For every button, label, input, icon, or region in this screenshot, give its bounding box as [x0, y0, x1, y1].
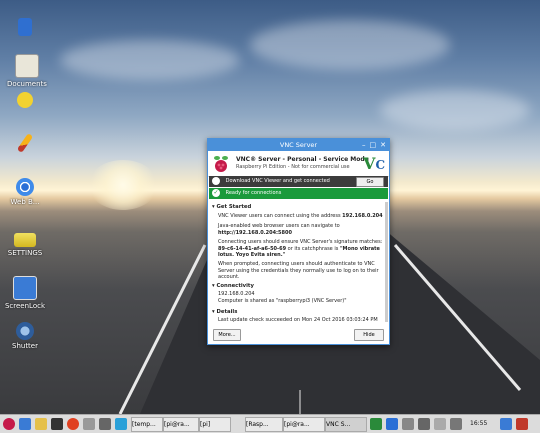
checkmark-icon: ✓ [212, 188, 220, 197]
eject-icon[interactable] [450, 418, 462, 430]
terminal-icon[interactable] [99, 418, 111, 430]
vnc-header: VNC® Server - Personal - Service Mode Ra… [208, 151, 389, 177]
taskbar-window-terminal-2[interactable]: [pi@ra... [283, 417, 325, 432]
details-heading[interactable]: ▾ Details [212, 309, 237, 315]
shutdown-icon[interactable] [516, 418, 528, 430]
raspberry-menu-icon[interactable] [3, 418, 15, 430]
header-subtitle: Raspberry Pi Edition - Not for commercia… [236, 164, 350, 170]
settings-icon[interactable]: SETTINGS [0, 233, 55, 257]
download-text: Download VNC Viewer and get connected [225, 178, 330, 184]
window-title: VNC Server [279, 141, 318, 149]
shutter-icon[interactable]: Shutter [0, 322, 55, 350]
connectivity-heading[interactable]: ▾ Connectivity [212, 283, 254, 289]
minimize-icon[interactable]: – [362, 140, 366, 150]
documents-icon[interactable]: Documents [0, 54, 57, 88]
vnc-tray-icon[interactable] [370, 418, 382, 430]
screenlock-icon[interactable]: ScreenLock [0, 276, 55, 310]
window-titlebar[interactable]: VNC Server – □ ✕ [208, 139, 389, 151]
go-button[interactable]: Go [356, 177, 384, 187]
network-icon[interactable] [402, 418, 414, 430]
raspberry-pi-icon [214, 156, 228, 172]
gs-auth-text: When prompted, connecting users should a… [218, 261, 379, 280]
pencil-icon[interactable] [0, 133, 55, 155]
cpu-monitor-icon[interactable] [434, 418, 446, 430]
connectivity-shared: Computer is shared as "raspberrypi3 (VNC… [218, 298, 347, 304]
terminal-icon[interactable] [51, 418, 63, 430]
ready-status-bar: ✓ Ready for connections [209, 188, 388, 199]
scratch-icon[interactable] [115, 418, 127, 430]
trash-icon[interactable] [0, 18, 55, 38]
maximize-icon[interactable]: □ [370, 140, 377, 150]
taskbar-window-temp[interactable]: [temp... [131, 417, 163, 432]
vnc-server-window[interactable]: VNC Server – □ ✕ VNC® Server - Personal … [207, 138, 390, 345]
close-icon[interactable]: ✕ [380, 140, 386, 150]
window-footer: More... Hide [208, 327, 389, 343]
file-manager-icon[interactable] [35, 418, 47, 430]
vnc-info-panel: ▾ Get Started VNC Viewer users can conne… [208, 201, 389, 326]
bluetooth-icon[interactable] [386, 418, 398, 430]
ready-text: Ready for connections [225, 190, 282, 196]
app-icon[interactable] [83, 418, 95, 430]
gs-address-text: VNC Viewer users can connect using the a… [218, 213, 383, 219]
hide-button[interactable]: Hide [354, 329, 384, 341]
download-bar: Download VNC Viewer and get connected Go [209, 176, 388, 187]
connectivity-ip: 192.168.0.204 [218, 291, 255, 297]
vnc-logo-icon: VC [363, 154, 385, 173]
desktop-icon[interactable] [500, 418, 512, 430]
details-text: Last update check succeeded on Mon 24 Oc… [218, 317, 378, 323]
volume-icon[interactable] [418, 418, 430, 430]
taskbar-window-pi[interactable]: [pi] [199, 417, 231, 432]
header-title: VNC® Server - Personal - Service Mode [236, 156, 369, 163]
smiley-icon[interactable] [0, 92, 55, 110]
wolfram-icon[interactable] [67, 418, 79, 430]
taskbar: [temp... [pi@ra... [pi] [Rasp... [pi@ra.… [0, 414, 540, 433]
taskbar-window-vnc[interactable]: VNC S... [325, 417, 367, 432]
scrollbar[interactable] [385, 202, 388, 322]
get-started-heading[interactable]: ▾ Get Started [212, 204, 251, 210]
clock[interactable]: 16:55 [470, 417, 487, 431]
download-icon [212, 176, 220, 185]
browser-icon[interactable] [19, 418, 31, 430]
more-button[interactable]: More... [213, 329, 241, 341]
taskbar-window-rasp[interactable]: [Rasp... [245, 417, 283, 432]
gs-web-text: Java-enabled web browser users can navig… [218, 223, 340, 236]
gs-signature-text: Connecting users should ensure VNC Serve… [218, 239, 383, 258]
taskbar-window-terminal[interactable]: [pi@ra... [163, 417, 199, 432]
chromium-icon[interactable]: Web B... [0, 178, 55, 206]
